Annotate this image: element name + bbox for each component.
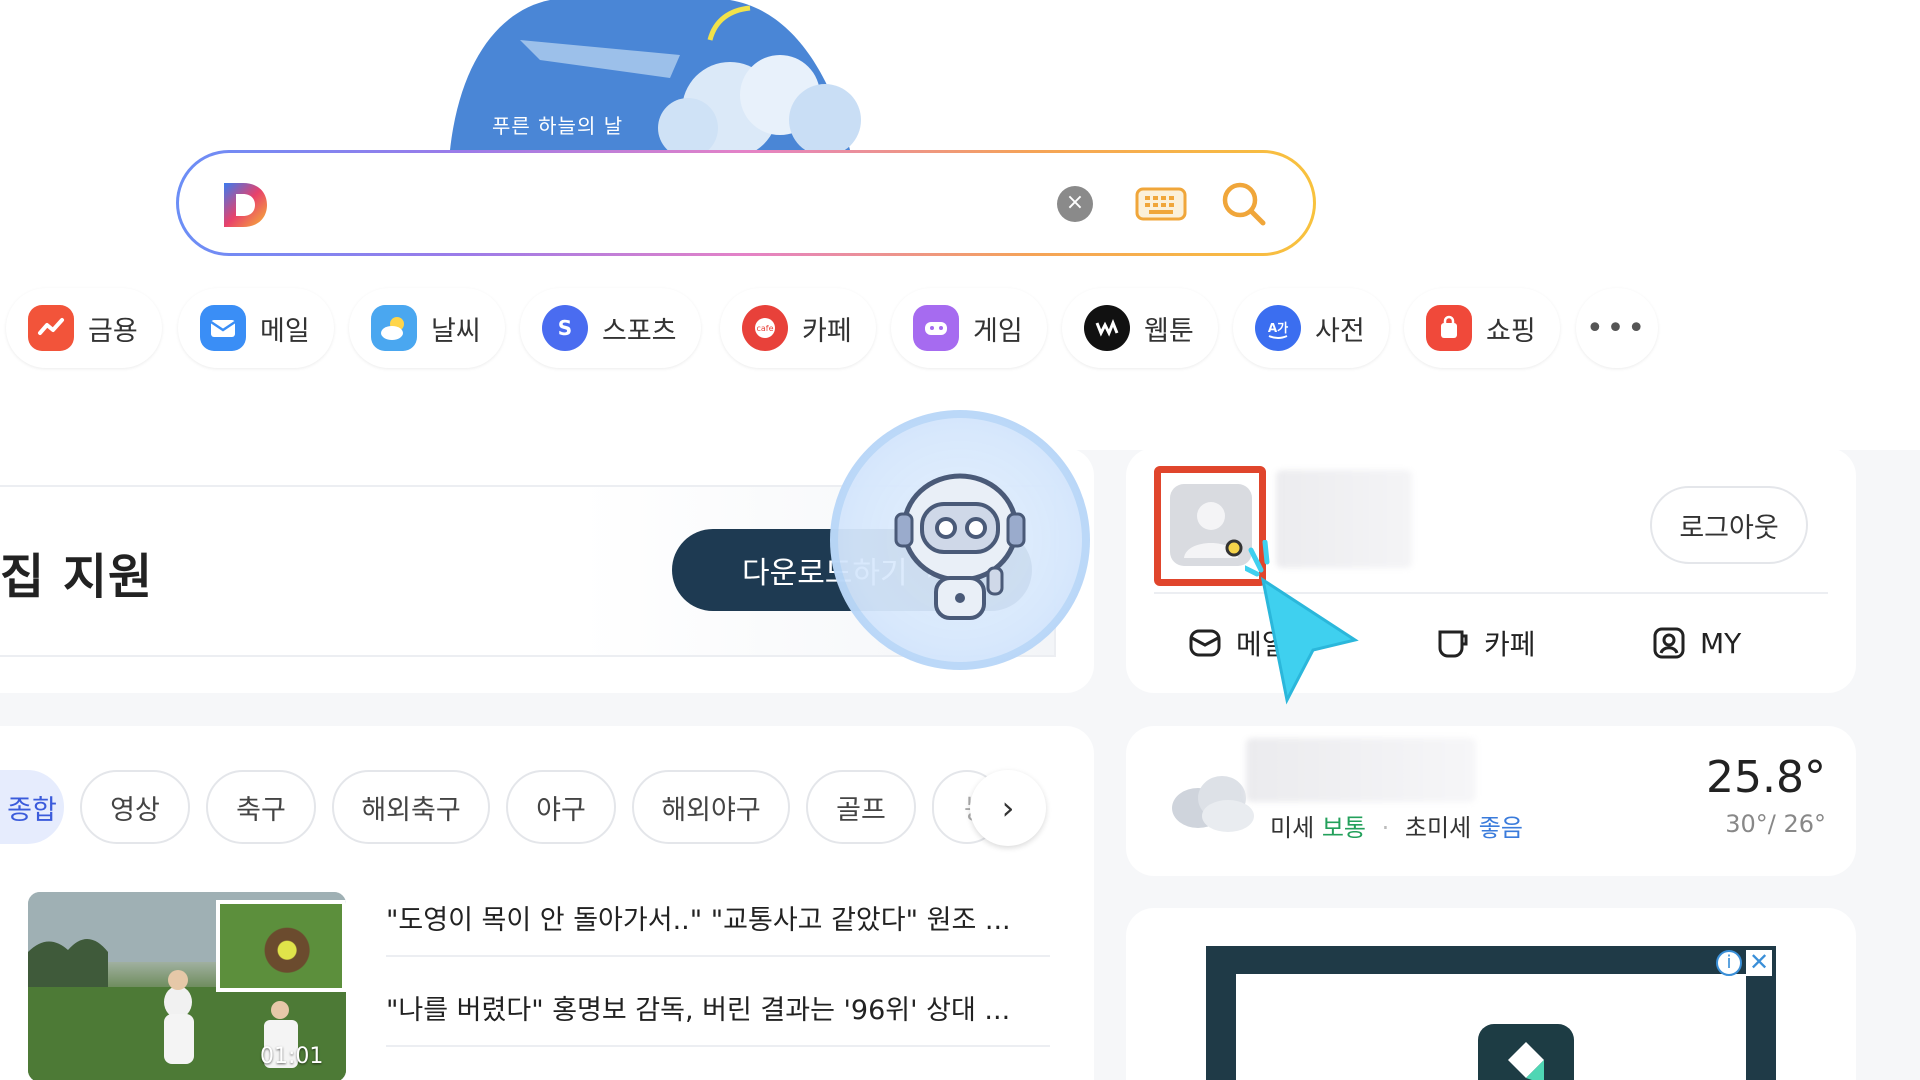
game-icon bbox=[913, 305, 959, 351]
headline-link[interactable]: "도영이 목이 안 돌아가서.." "교통사고 같았다" 원조 ... bbox=[386, 898, 1050, 957]
svg-text:S: S bbox=[558, 316, 572, 340]
shortcut-shopping[interactable]: 쇼핑 bbox=[1404, 288, 1560, 368]
shortcut-label: 사전 bbox=[1315, 315, 1365, 347]
ad-content bbox=[1236, 974, 1746, 1080]
ad-panel: i ✕ bbox=[1126, 908, 1856, 1080]
shortcut-weather[interactable]: 날씨 bbox=[349, 288, 505, 368]
account-panel: 로그아웃 메일 카페 MY bbox=[1126, 448, 1856, 693]
mail-outline-icon bbox=[1189, 629, 1221, 657]
mail-icon bbox=[200, 305, 246, 351]
air-quality: 미세 보통 · 초미세 좋음 bbox=[1270, 808, 1523, 843]
separator: · bbox=[1381, 814, 1390, 842]
ad-banner[interactable]: i ✕ bbox=[1206, 946, 1776, 1080]
profile-link-mail[interactable]: 메일 bbox=[1188, 618, 1288, 668]
logout-button[interactable]: 로그아웃 bbox=[1650, 486, 1808, 564]
ultra-dust-value: 좋음 bbox=[1478, 814, 1523, 842]
clear-search-icon[interactable]: × bbox=[1057, 186, 1093, 222]
ad-logo-icon bbox=[1478, 1024, 1574, 1080]
shortcut-cafe[interactable]: cafe 카페 bbox=[720, 288, 876, 368]
golf-ball-inset bbox=[216, 900, 346, 992]
assistant-robot[interactable] bbox=[830, 410, 1090, 670]
sports-icon: S bbox=[542, 305, 588, 351]
headline-link[interactable]: "나를 버렸다" 홍명보 감독, 버린 결과는 '96위' 상대 ... bbox=[386, 988, 1050, 1047]
shortcut-finance[interactable]: 금용 bbox=[6, 288, 162, 368]
temperature-range: 30°/ 26° bbox=[1725, 810, 1826, 838]
doodle-text: 푸른 하늘의 날 bbox=[492, 114, 624, 138]
cup-outline-icon bbox=[1438, 630, 1468, 658]
shortcut-webtoon[interactable]: 웹툰 bbox=[1062, 288, 1218, 368]
tab-baseball[interactable]: 야구 bbox=[506, 770, 616, 844]
shortcut-label: 웹툰 bbox=[1144, 315, 1194, 347]
profile-link-label: 메일 bbox=[1236, 628, 1288, 661]
weather-icon bbox=[371, 305, 417, 351]
user-name-blurred bbox=[1276, 470, 1412, 568]
svg-text:A가: A가 bbox=[1268, 320, 1288, 335]
search-bar: × bbox=[176, 150, 1316, 256]
divider bbox=[1154, 592, 1828, 594]
cafe-icon: cafe bbox=[742, 305, 788, 351]
shortcut-label: 카페 bbox=[802, 315, 852, 347]
cloud-icon bbox=[1172, 776, 1254, 832]
weather-widget[interactable]: 미세 보통 · 초미세 좋음 25.8° 30°/ 26° bbox=[1126, 726, 1856, 876]
chevron-right-icon[interactable]: › bbox=[970, 770, 1046, 846]
ad-info-icon[interactable]: i bbox=[1716, 950, 1742, 976]
news-section: 종합 영상 축구 해외축구 야구 해외야구 골프 농 › 01:01 "도영이 … bbox=[0, 726, 1094, 1080]
dictionary-icon: A가 bbox=[1255, 305, 1301, 351]
shortcut-label: 게임 bbox=[973, 315, 1023, 347]
shortcut-label: 쇼핑 bbox=[1486, 315, 1536, 347]
shortcut-dictionary[interactable]: A가 사전 bbox=[1233, 288, 1389, 368]
shortcut-label: 금용 bbox=[88, 315, 138, 347]
ad-close-icon[interactable]: ✕ bbox=[1746, 950, 1772, 976]
shortcut-sports[interactable]: S 스포츠 bbox=[520, 288, 701, 368]
shopping-icon bbox=[1426, 305, 1472, 351]
search-icon[interactable] bbox=[1219, 179, 1269, 229]
profile-link-cafe[interactable]: 카페 bbox=[1436, 618, 1536, 668]
more-icon[interactable]: ••• bbox=[1576, 288, 1658, 368]
more-label: ••• bbox=[1585, 310, 1649, 346]
promo-title: 집 지원 bbox=[0, 549, 154, 605]
robot-icon bbox=[894, 473, 1026, 620]
shortcut-game[interactable]: 게임 bbox=[891, 288, 1047, 368]
svg-text:cafe: cafe bbox=[756, 324, 773, 333]
location-blurred bbox=[1246, 738, 1476, 802]
shortcut-mail[interactable]: 메일 bbox=[178, 288, 334, 368]
ultra-dust-label: 초미세 bbox=[1404, 814, 1472, 842]
tab-overseas-soccer[interactable]: 해외축구 bbox=[332, 770, 490, 844]
shortcut-label: 날씨 bbox=[431, 315, 481, 347]
tab-golf[interactable]: 골프 bbox=[806, 770, 916, 844]
tab-soccer[interactable]: 축구 bbox=[206, 770, 316, 844]
profile-link-label: MY bbox=[1700, 626, 1742, 660]
profile-avatar[interactable] bbox=[1170, 484, 1252, 566]
profile-link-my[interactable]: MY bbox=[1652, 618, 1741, 668]
tab-video[interactable]: 영상 bbox=[80, 770, 190, 844]
user-square-icon bbox=[1653, 627, 1685, 659]
shortcut-label: 메일 bbox=[260, 315, 310, 347]
fine-dust-value: 보통 bbox=[1321, 814, 1366, 842]
tab-general[interactable]: 종합 bbox=[0, 770, 64, 844]
keyboard-icon[interactable] bbox=[1135, 185, 1187, 223]
user-icon bbox=[1184, 502, 1243, 558]
fine-dust-label: 미세 bbox=[1270, 814, 1315, 842]
video-thumbnail[interactable]: 01:01 bbox=[28, 892, 346, 1080]
webtoon-icon bbox=[1084, 305, 1130, 351]
tab-overseas-baseball[interactable]: 해외야구 bbox=[632, 770, 790, 844]
daum-logo-icon[interactable] bbox=[219, 180, 269, 230]
video-duration: 01:01 bbox=[260, 1044, 324, 1069]
profile-link-label: 카페 bbox=[1484, 628, 1536, 661]
search-input[interactable] bbox=[289, 178, 1109, 230]
finance-icon bbox=[28, 305, 74, 351]
current-temperature: 25.8° bbox=[1706, 752, 1826, 803]
shortcut-label: 스포츠 bbox=[602, 315, 677, 347]
